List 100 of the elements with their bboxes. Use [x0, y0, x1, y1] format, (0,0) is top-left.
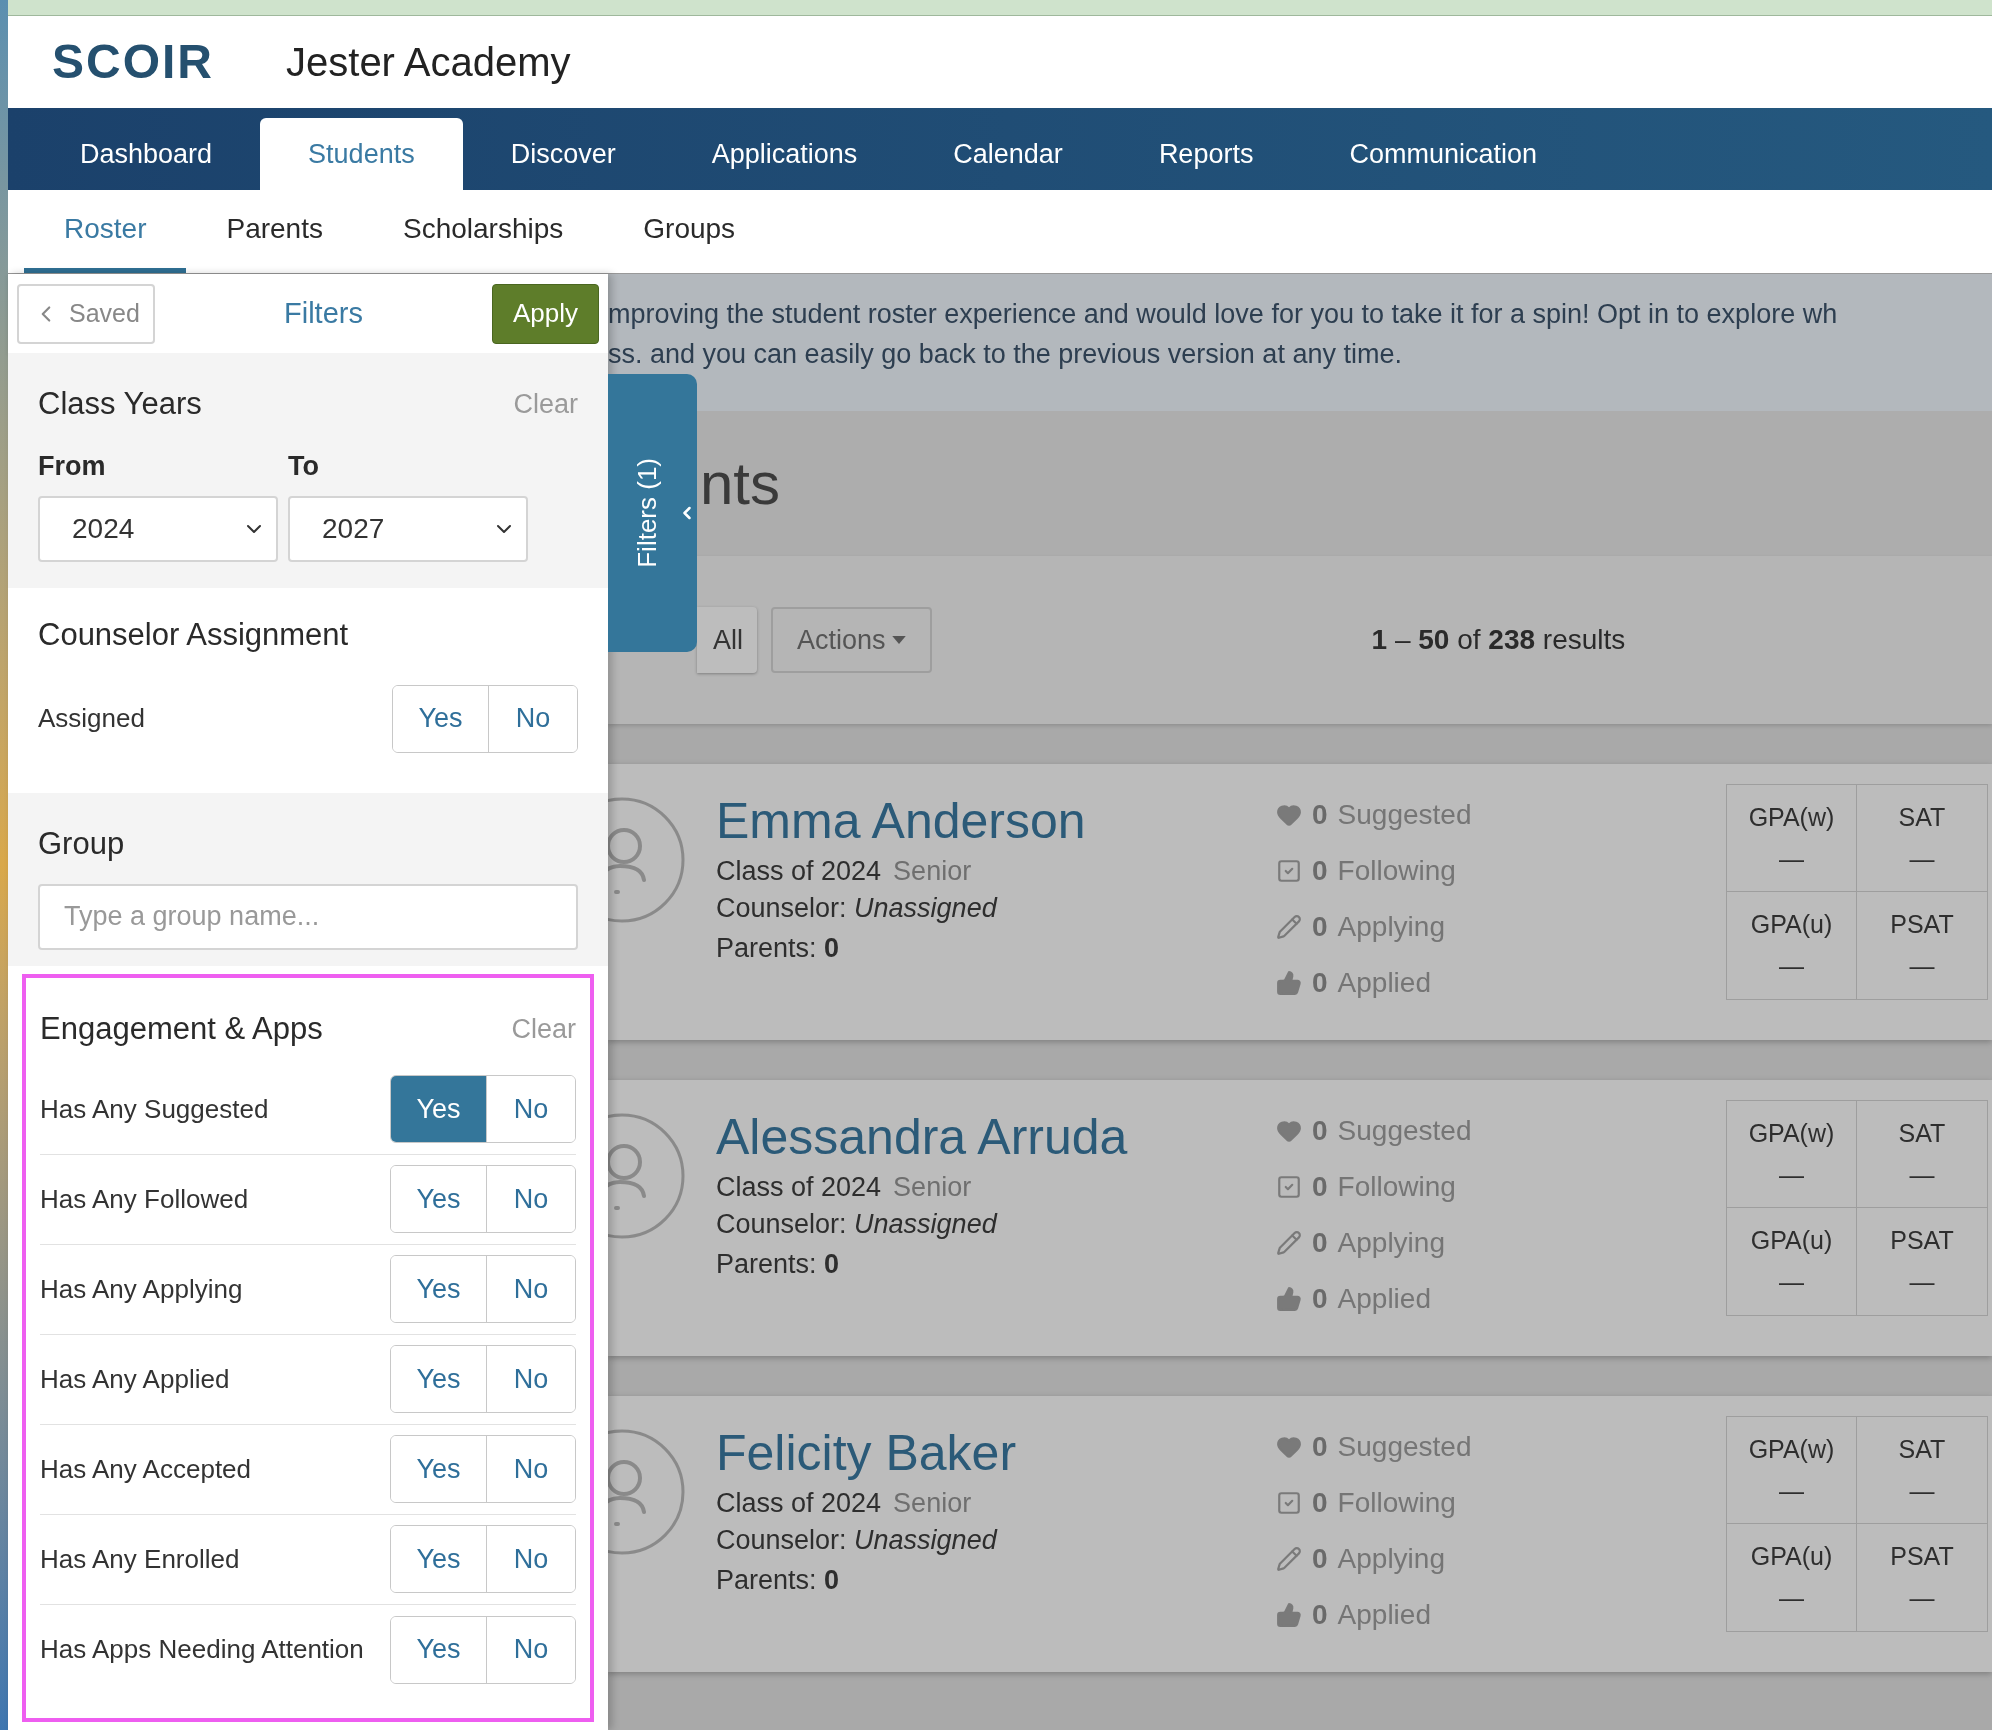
stat-count: 0 [1312, 1430, 1328, 1464]
stat-label: Applying [1337, 1226, 1445, 1260]
sub-tab[interactable]: Groups [603, 190, 776, 273]
year-select[interactable]: 2027 [288, 496, 528, 562]
stat-label: Applying [1337, 910, 1445, 944]
stat-count: 0 [1312, 1170, 1328, 1204]
stat-label: Following [1337, 854, 1456, 888]
score-label: GPA(w) [1748, 1118, 1835, 1149]
stat-label: Following [1337, 1486, 1456, 1520]
nav-tab[interactable]: Applications [663, 118, 906, 190]
stat-count: 0 [1312, 1282, 1328, 1316]
clear-link[interactable]: Clear [511, 1009, 576, 1050]
pencil-icon [1276, 1230, 1302, 1256]
student-name[interactable]: Emma Anderson [716, 794, 1146, 848]
sub-tab[interactable]: Scholarships [362, 190, 604, 273]
parents-text: Parents: 0 [716, 1564, 841, 1597]
select-all-button[interactable]: All [697, 607, 757, 673]
parents-text: Parents: 0 [716, 932, 841, 965]
toggle-option[interactable]: Yes [391, 1526, 487, 1592]
score-label: SAT [1898, 802, 1946, 833]
stat-count: 0 [1312, 1598, 1328, 1632]
heart-icon [1276, 802, 1302, 828]
student-name[interactable]: Felicity Baker [716, 1426, 1146, 1480]
heart-icon [1276, 1434, 1302, 1460]
toggle-option[interactable]: Yes [391, 1166, 487, 1232]
score-value: — [1909, 950, 1935, 982]
grade-level: Senior [893, 855, 972, 888]
grade-level: Senior [893, 1487, 972, 1520]
results-count: 1 – 50 of 238 results [1371, 623, 1626, 657]
stat-count: 0 [1312, 966, 1328, 1000]
year-select[interactable]: 2024 [38, 496, 278, 562]
nav-tab[interactable]: Calendar [905, 118, 1111, 190]
actions-dropdown[interactable]: Actions [771, 607, 932, 673]
class-year: Class of 2024 [716, 1171, 882, 1204]
score-value: — [1909, 843, 1935, 875]
score-value: — [1779, 843, 1804, 875]
filter-label: Has Any Suggested [40, 1092, 269, 1126]
panel-title: Filters [284, 295, 363, 331]
nav-tab[interactable]: Discover [462, 118, 664, 190]
filter-label: Has Any Enrolled [40, 1542, 240, 1576]
logo[interactable]: SCOIR [52, 26, 214, 98]
stat-label: Suggested [1337, 1430, 1472, 1464]
banner-text: ss. and you can easily go back to the previous version at any time. [608, 338, 1403, 371]
student-name[interactable]: Alessandra Arruda [716, 1110, 1146, 1164]
stat-count: 0 [1312, 1114, 1328, 1148]
score-value: — [1909, 1582, 1935, 1614]
score-label: GPA(u) [1750, 909, 1833, 940]
nav-tab[interactable]: Reports [1110, 118, 1302, 190]
thumbs-up-icon [1276, 1286, 1302, 1312]
field-label: To [288, 449, 320, 483]
score-value: — [1779, 1159, 1804, 1191]
score-label: GPA(u) [1750, 1541, 1833, 1572]
stat-label: Applied [1337, 1282, 1431, 1316]
toggle-option[interactable]: Yes [391, 1256, 487, 1322]
stat-label: Suggested [1337, 1114, 1472, 1148]
saved-button[interactable]: Saved [17, 283, 155, 344]
section-title: Engagement & Apps [40, 1010, 323, 1048]
nav-tab[interactable]: Students [260, 118, 463, 190]
toggle-option[interactable]: Yes [393, 685, 489, 752]
score-label: PSAT [1890, 1225, 1954, 1256]
stat-count: 0 [1312, 910, 1328, 944]
pencil-icon [1276, 914, 1302, 940]
stat-count: 0 [1312, 854, 1328, 888]
filter-label: Has Apps Needing Attention [40, 1633, 364, 1666]
field-label: From [38, 449, 107, 483]
stat-count: 0 [1312, 1486, 1328, 1520]
toggle-option[interactable]: Yes [391, 1616, 487, 1683]
stat-count: 0 [1312, 1542, 1328, 1576]
score-label: GPA(w) [1748, 1434, 1835, 1465]
score-value: — [1909, 1159, 1935, 1191]
nav-tab[interactable]: Dashboard [32, 118, 261, 190]
section-title: Group [38, 826, 125, 861]
checkbox-icon [1276, 1490, 1302, 1516]
section-title: Class Years [38, 385, 202, 423]
score-value: — [1779, 1582, 1804, 1614]
stat-count: 0 [1312, 798, 1328, 832]
caret-icon [891, 635, 906, 645]
class-year: Class of 2024 [716, 855, 882, 888]
heart-icon [1276, 1118, 1302, 1144]
thumbs-up-icon [1276, 1602, 1302, 1628]
counselor-text: Counselor: Unassigned [716, 1208, 999, 1241]
filter-label: Has Any Applied [40, 1362, 230, 1396]
group-search-field[interactable]: Type a group name... [38, 883, 578, 950]
toggle-option[interactable]: Yes [391, 1436, 487, 1502]
school-name: Jester Academy [286, 39, 571, 86]
toggle-option[interactable]: Yes [391, 1346, 487, 1412]
filter-label: Assigned [38, 702, 145, 735]
counselor-text: Counselor: Unassigned [716, 1524, 999, 1557]
stat-label: Following [1337, 1170, 1456, 1204]
score-label: GPA(w) [1748, 802, 1835, 833]
apply-button[interactable]: Apply [492, 283, 599, 344]
sub-tab[interactable]: Parents [186, 190, 363, 273]
grade-level: Senior [893, 1171, 972, 1204]
pencil-icon [1276, 1546, 1302, 1572]
stat-label: Applied [1337, 966, 1431, 1000]
score-label: PSAT [1890, 909, 1954, 940]
toggle-option[interactable]: Yes [391, 1076, 487, 1142]
filters-tab[interactable]: Filters (1) [608, 374, 697, 652]
score-label: PSAT [1890, 1541, 1954, 1572]
nav-tab[interactable]: Communication [1301, 118, 1585, 190]
